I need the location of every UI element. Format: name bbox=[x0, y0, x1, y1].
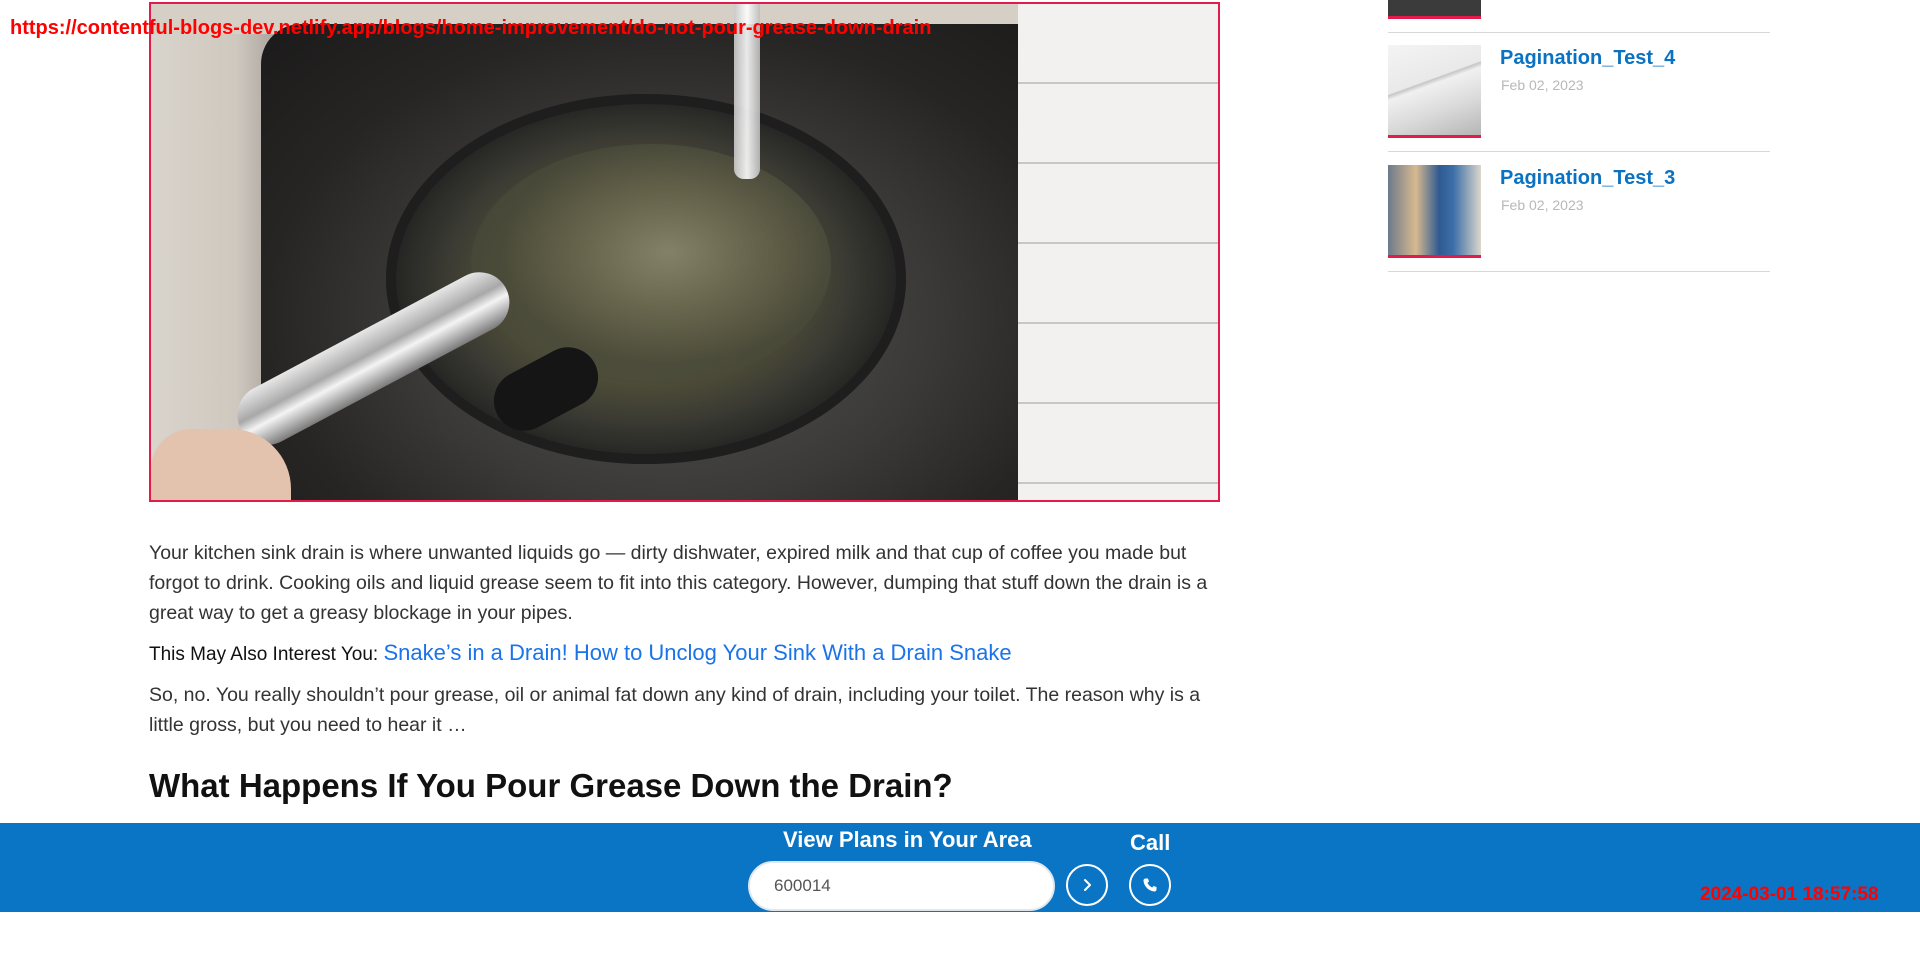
wall-tiles bbox=[1018, 4, 1218, 500]
sidebar-item-pagination-test-3[interactable]: Pagination_Test_3 Feb 02, 2023 bbox=[1388, 153, 1770, 258]
sidebar-item-date: Feb 02, 2023 bbox=[1501, 77, 1584, 93]
also-interest-link[interactable]: Snake’s in a Drain! How to Unclog Your S… bbox=[383, 640, 1011, 665]
phone-icon bbox=[1143, 878, 1157, 892]
sticky-plans-bar: View Plans in Your Area Call bbox=[0, 823, 1920, 912]
sidebar-item-title[interactable]: Pagination_Test_4 bbox=[1500, 47, 1675, 70]
zip-code-input[interactable] bbox=[748, 861, 1055, 911]
also-interest: This May Also Interest You: Snake’s in a… bbox=[149, 638, 1220, 670]
url-overlay: https://contentful-blogs-dev.netlify.app… bbox=[10, 17, 932, 39]
sidebar-thumb-previous[interactable] bbox=[1388, 0, 1481, 19]
sidebar-item-title[interactable]: Pagination_Test_3 bbox=[1500, 167, 1675, 190]
sidebar-thumb-house[interactable] bbox=[1388, 45, 1481, 138]
sidebar-item-pagination-test-4[interactable]: Pagination_Test_4 Feb 02, 2023 bbox=[1388, 33, 1770, 138]
view-plans-heading: View Plans in Your Area bbox=[783, 827, 1032, 852]
hero-image bbox=[149, 2, 1220, 502]
also-interest-label: This May Also Interest You: bbox=[149, 644, 379, 665]
sidebar-item-date: Feb 02, 2023 bbox=[1501, 197, 1584, 213]
article-body: Your kitchen sink drain is where unwante… bbox=[149, 538, 1220, 806]
article-paragraph-1: Your kitchen sink drain is where unwante… bbox=[149, 542, 1208, 624]
chevron-right-icon bbox=[1084, 879, 1091, 891]
article-paragraph-2: So, no. You really shouldn’t pour grease… bbox=[149, 684, 1201, 736]
sidebar-thumb-technician[interactable] bbox=[1388, 165, 1481, 258]
timestamp-overlay: 2024-03-01 18:57:58 bbox=[1700, 884, 1879, 905]
sidebar-divider bbox=[1388, 151, 1770, 152]
call-label: Call bbox=[1130, 830, 1171, 855]
call-button[interactable] bbox=[1129, 864, 1171, 906]
section-heading: What Happens If You Pour Grease Down the… bbox=[149, 767, 953, 804]
sidebar-divider bbox=[1388, 271, 1770, 272]
grease-water bbox=[471, 144, 831, 384]
zip-submit-button[interactable] bbox=[1066, 864, 1108, 906]
